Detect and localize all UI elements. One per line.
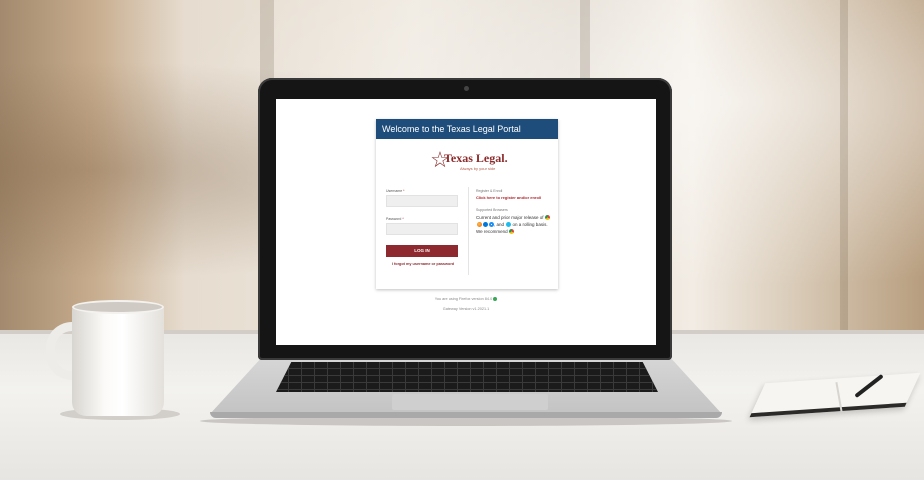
side-info: Register & Enroll Click here to register… [476,189,554,235]
browsers-text-part: , and [494,222,505,227]
photo-scene: Welcome to the Texas Legal Portal ☆ Texa… [0,0,924,480]
username-label-text: Username [386,189,403,193]
edge-icon [482,222,488,228]
username-label: Username * [386,189,460,193]
chrome-icon [545,215,551,221]
required-marker: * [402,217,404,221]
safari-icon [488,222,494,228]
supported-browsers-text: Current and prior major release of , and… [476,214,554,235]
brand-name: Texas Legal. [444,151,508,165]
brand-tagline: Always by your side [460,166,496,171]
gateway-version: Gateway Version v1.2021.1 [442,307,490,311]
ie-icon [505,222,511,228]
status-check-icon [493,297,498,301]
browsers-text-part: Current and prior major release of [476,215,544,220]
brand-logo: ☆ Texas Legal. Always by your side [422,145,514,179]
login-card: Welcome to the Texas Legal Portal ☆ Texa… [376,119,558,289]
login-form: Username * Password * LOG IN I forgot my… [386,189,460,266]
password-label: Password * [386,217,460,221]
password-input[interactable] [386,223,458,235]
page-title: Welcome to the Texas Legal Portal [376,119,558,139]
window-frame [840,0,848,340]
register-heading: Register & Enroll [476,189,503,193]
register-link[interactable]: Click here to register and/or enroll [476,195,554,200]
laptop-front-edge [210,412,722,418]
browsers-heading: Supported Browsers [476,208,508,212]
laptop-screen: Welcome to the Texas Legal Portal ☆ Texa… [276,99,656,345]
password-label-text: Password [386,217,402,221]
keyboard-rows [276,362,658,392]
mug-rim [72,300,164,314]
webcam [464,86,469,91]
username-input[interactable] [386,195,458,207]
coffee-mug [72,306,164,416]
browser-version-line: You are using Firefox version 84.0 [276,297,656,301]
trackpad [392,394,548,410]
firefox-icon [476,222,482,228]
required-marker: * [403,189,405,193]
column-divider [468,187,469,275]
browser-version-text: You are using Firefox version 84.0 [434,297,493,301]
forgot-credentials-link[interactable]: I forgot my username or password [386,262,460,266]
screen-footer: You are using Firefox version 84.0 Gatew… [276,297,656,317]
chrome-icon [509,229,515,235]
login-button[interactable]: LOG IN [386,245,458,257]
